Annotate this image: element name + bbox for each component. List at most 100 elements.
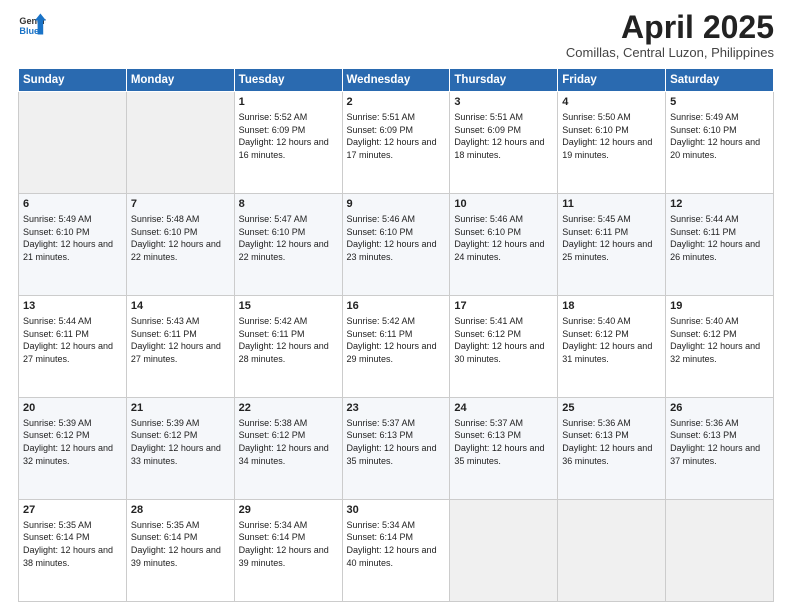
calendar-cell: 8Sunrise: 5:47 AM Sunset: 6:10 PM Daylig… (234, 194, 342, 296)
cell-info: Sunrise: 5:42 AM Sunset: 6:11 PM Dayligh… (347, 315, 446, 365)
calendar-cell (450, 500, 558, 602)
svg-text:Blue: Blue (19, 26, 39, 36)
day-header-sunday: Sunday (19, 69, 127, 92)
day-number: 1 (239, 95, 338, 110)
day-number: 29 (239, 503, 338, 518)
calendar-cell: 7Sunrise: 5:48 AM Sunset: 6:10 PM Daylig… (126, 194, 234, 296)
day-number: 4 (562, 95, 661, 110)
calendar-cell: 23Sunrise: 5:37 AM Sunset: 6:13 PM Dayli… (342, 398, 450, 500)
calendar-cell: 2Sunrise: 5:51 AM Sunset: 6:09 PM Daylig… (342, 92, 450, 194)
calendar-table: SundayMondayTuesdayWednesdayThursdayFrid… (18, 68, 774, 602)
day-number: 30 (347, 503, 446, 518)
cell-info: Sunrise: 5:39 AM Sunset: 6:12 PM Dayligh… (23, 417, 122, 467)
calendar-cell: 14Sunrise: 5:43 AM Sunset: 6:11 PM Dayli… (126, 296, 234, 398)
day-number: 24 (454, 401, 553, 416)
cell-info: Sunrise: 5:48 AM Sunset: 6:10 PM Dayligh… (131, 213, 230, 263)
day-number: 7 (131, 197, 230, 212)
day-number: 11 (562, 197, 661, 212)
cell-info: Sunrise: 5:41 AM Sunset: 6:12 PM Dayligh… (454, 315, 553, 365)
calendar-cell: 26Sunrise: 5:36 AM Sunset: 6:13 PM Dayli… (666, 398, 774, 500)
cell-info: Sunrise: 5:43 AM Sunset: 6:11 PM Dayligh… (131, 315, 230, 365)
calendar-cell: 17Sunrise: 5:41 AM Sunset: 6:12 PM Dayli… (450, 296, 558, 398)
day-number: 13 (23, 299, 122, 314)
calendar-cell: 25Sunrise: 5:36 AM Sunset: 6:13 PM Dayli… (558, 398, 666, 500)
day-number: 12 (670, 197, 769, 212)
day-number: 3 (454, 95, 553, 110)
cell-info: Sunrise: 5:52 AM Sunset: 6:09 PM Dayligh… (239, 111, 338, 161)
cell-info: Sunrise: 5:45 AM Sunset: 6:11 PM Dayligh… (562, 213, 661, 263)
calendar-cell: 27Sunrise: 5:35 AM Sunset: 6:14 PM Dayli… (19, 500, 127, 602)
calendar-cell: 30Sunrise: 5:34 AM Sunset: 6:14 PM Dayli… (342, 500, 450, 602)
day-number: 26 (670, 401, 769, 416)
calendar-cell (126, 92, 234, 194)
calendar-cell: 1Sunrise: 5:52 AM Sunset: 6:09 PM Daylig… (234, 92, 342, 194)
cell-info: Sunrise: 5:34 AM Sunset: 6:14 PM Dayligh… (239, 519, 338, 569)
calendar-cell: 28Sunrise: 5:35 AM Sunset: 6:14 PM Dayli… (126, 500, 234, 602)
cell-info: Sunrise: 5:36 AM Sunset: 6:13 PM Dayligh… (670, 417, 769, 467)
calendar-cell: 5Sunrise: 5:49 AM Sunset: 6:10 PM Daylig… (666, 92, 774, 194)
cell-info: Sunrise: 5:46 AM Sunset: 6:10 PM Dayligh… (347, 213, 446, 263)
day-header-monday: Monday (126, 69, 234, 92)
cell-info: Sunrise: 5:50 AM Sunset: 6:10 PM Dayligh… (562, 111, 661, 161)
calendar-cell: 22Sunrise: 5:38 AM Sunset: 6:12 PM Dayli… (234, 398, 342, 500)
title-block: April 2025 Comillas, Central Luzon, Phil… (566, 10, 774, 60)
day-number: 23 (347, 401, 446, 416)
calendar-cell: 18Sunrise: 5:40 AM Sunset: 6:12 PM Dayli… (558, 296, 666, 398)
day-number: 16 (347, 299, 446, 314)
cell-info: Sunrise: 5:40 AM Sunset: 6:12 PM Dayligh… (670, 315, 769, 365)
calendar-cell: 29Sunrise: 5:34 AM Sunset: 6:14 PM Dayli… (234, 500, 342, 602)
day-number: 19 (670, 299, 769, 314)
logo-icon: General Blue (18, 10, 46, 38)
day-number: 14 (131, 299, 230, 314)
calendar-cell: 15Sunrise: 5:42 AM Sunset: 6:11 PM Dayli… (234, 296, 342, 398)
day-number: 20 (23, 401, 122, 416)
day-number: 17 (454, 299, 553, 314)
calendar-cell (19, 92, 127, 194)
calendar-cell: 16Sunrise: 5:42 AM Sunset: 6:11 PM Dayli… (342, 296, 450, 398)
calendar-cell: 13Sunrise: 5:44 AM Sunset: 6:11 PM Dayli… (19, 296, 127, 398)
cell-info: Sunrise: 5:44 AM Sunset: 6:11 PM Dayligh… (23, 315, 122, 365)
location-title: Comillas, Central Luzon, Philippines (566, 45, 774, 60)
calendar-cell: 9Sunrise: 5:46 AM Sunset: 6:10 PM Daylig… (342, 194, 450, 296)
cell-info: Sunrise: 5:39 AM Sunset: 6:12 PM Dayligh… (131, 417, 230, 467)
cell-info: Sunrise: 5:42 AM Sunset: 6:11 PM Dayligh… (239, 315, 338, 365)
cell-info: Sunrise: 5:38 AM Sunset: 6:12 PM Dayligh… (239, 417, 338, 467)
calendar-cell (558, 500, 666, 602)
cell-info: Sunrise: 5:49 AM Sunset: 6:10 PM Dayligh… (670, 111, 769, 161)
day-number: 2 (347, 95, 446, 110)
calendar-cell: 21Sunrise: 5:39 AM Sunset: 6:12 PM Dayli… (126, 398, 234, 500)
day-number: 22 (239, 401, 338, 416)
calendar-cell: 3Sunrise: 5:51 AM Sunset: 6:09 PM Daylig… (450, 92, 558, 194)
day-number: 5 (670, 95, 769, 110)
calendar-cell: 20Sunrise: 5:39 AM Sunset: 6:12 PM Dayli… (19, 398, 127, 500)
day-number: 8 (239, 197, 338, 212)
day-number: 25 (562, 401, 661, 416)
cell-info: Sunrise: 5:47 AM Sunset: 6:10 PM Dayligh… (239, 213, 338, 263)
calendar-cell: 12Sunrise: 5:44 AM Sunset: 6:11 PM Dayli… (666, 194, 774, 296)
cell-info: Sunrise: 5:36 AM Sunset: 6:13 PM Dayligh… (562, 417, 661, 467)
cell-info: Sunrise: 5:34 AM Sunset: 6:14 PM Dayligh… (347, 519, 446, 569)
day-header-saturday: Saturday (666, 69, 774, 92)
day-number: 15 (239, 299, 338, 314)
cell-info: Sunrise: 5:35 AM Sunset: 6:14 PM Dayligh… (131, 519, 230, 569)
calendar-cell: 4Sunrise: 5:50 AM Sunset: 6:10 PM Daylig… (558, 92, 666, 194)
cell-info: Sunrise: 5:51 AM Sunset: 6:09 PM Dayligh… (347, 111, 446, 161)
day-header-thursday: Thursday (450, 69, 558, 92)
calendar-cell: 19Sunrise: 5:40 AM Sunset: 6:12 PM Dayli… (666, 296, 774, 398)
day-number: 27 (23, 503, 122, 518)
calendar-cell: 10Sunrise: 5:46 AM Sunset: 6:10 PM Dayli… (450, 194, 558, 296)
cell-info: Sunrise: 5:37 AM Sunset: 6:13 PM Dayligh… (347, 417, 446, 467)
calendar-cell: 6Sunrise: 5:49 AM Sunset: 6:10 PM Daylig… (19, 194, 127, 296)
day-header-tuesday: Tuesday (234, 69, 342, 92)
calendar-cell: 24Sunrise: 5:37 AM Sunset: 6:13 PM Dayli… (450, 398, 558, 500)
logo: General Blue (18, 10, 46, 38)
cell-info: Sunrise: 5:40 AM Sunset: 6:12 PM Dayligh… (562, 315, 661, 365)
cell-info: Sunrise: 5:46 AM Sunset: 6:10 PM Dayligh… (454, 213, 553, 263)
cell-info: Sunrise: 5:35 AM Sunset: 6:14 PM Dayligh… (23, 519, 122, 569)
day-number: 6 (23, 197, 122, 212)
cell-info: Sunrise: 5:51 AM Sunset: 6:09 PM Dayligh… (454, 111, 553, 161)
day-header-wednesday: Wednesday (342, 69, 450, 92)
day-number: 9 (347, 197, 446, 212)
cell-info: Sunrise: 5:37 AM Sunset: 6:13 PM Dayligh… (454, 417, 553, 467)
calendar-cell: 11Sunrise: 5:45 AM Sunset: 6:11 PM Dayli… (558, 194, 666, 296)
